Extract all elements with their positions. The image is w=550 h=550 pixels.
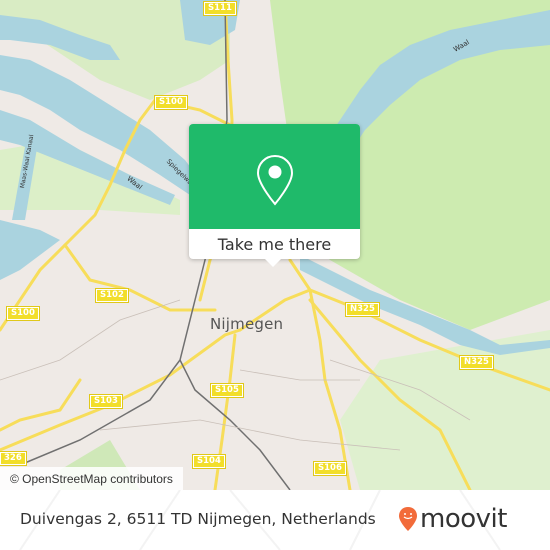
- road-shield-s105: S105: [210, 383, 244, 398]
- green-area: [340, 330, 550, 490]
- road-shield-n325: N325: [459, 355, 494, 370]
- road-shield-326: 326: [0, 451, 27, 466]
- harbour: [0, 220, 60, 280]
- road-shield-s103: S103: [89, 394, 123, 409]
- road-shield-s111: S111: [203, 1, 237, 16]
- rail-line: [179, 359, 291, 490]
- map-attribution[interactable]: © OpenStreetMap contributors: [0, 467, 183, 490]
- city-label: Nijmegen: [210, 315, 284, 333]
- road-shield-s102: S102: [95, 288, 129, 303]
- popup-header: [189, 124, 360, 229]
- road-shield-s104: S104: [192, 454, 226, 469]
- map[interactable]: S111 S100 S100 S102 S103 S105 S104 S106 …: [0, 0, 550, 490]
- brand-name: moovit: [420, 504, 507, 534]
- map-pin-icon: [256, 154, 294, 206]
- road-shield-s100: S100: [6, 306, 40, 321]
- take-me-there-button[interactable]: Take me there: [189, 229, 360, 259]
- moovit-pin-icon: [399, 507, 417, 531]
- address-text: Duivengas 2, 6511 TD Nijmegen, Netherlan…: [20, 510, 376, 528]
- road-s103: [0, 328, 242, 452]
- location-popup: Take me there: [189, 124, 360, 267]
- moovit-logo[interactable]: moovit: [398, 504, 507, 534]
- footer: Duivengas 2, 6511 TD Nijmegen, Netherlan…: [0, 490, 550, 550]
- popup-tail: [264, 258, 282, 267]
- road-shield-s100: S100: [154, 95, 188, 110]
- road-shield-s106: S106: [313, 461, 347, 476]
- road-shield-n325: N325: [345, 302, 380, 317]
